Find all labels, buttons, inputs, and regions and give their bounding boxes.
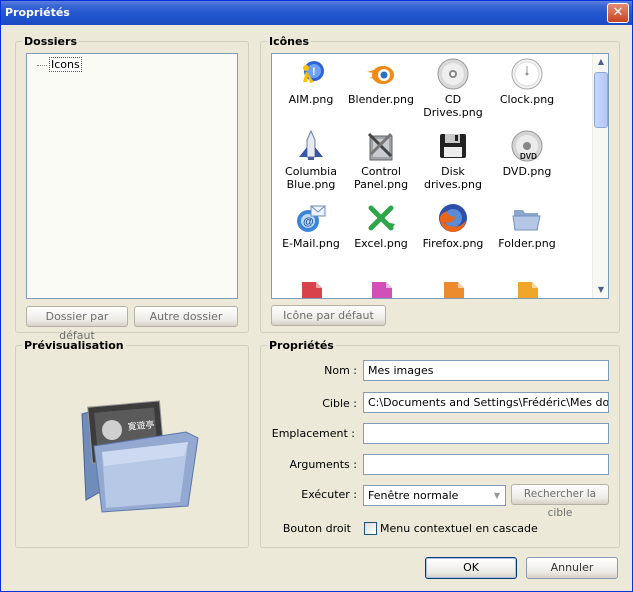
dossiers-legend: Dossiers <box>22 35 79 48</box>
close-icon[interactable]: ✕ <box>607 3 629 23</box>
icon-item-label: Firefox.png <box>422 237 484 250</box>
firefox-icon <box>437 202 469 234</box>
icon-item-folder[interactable]: Folder.png <box>490 202 564 250</box>
icon-item-blender[interactable]: Blender.png <box>344 58 418 106</box>
icons-legend: Icônes <box>267 35 312 48</box>
bouton-droit-label: Bouton droit <box>282 522 351 535</box>
icon-item-label: E-Mail.png <box>282 237 340 250</box>
icon-item-label: Excel.png <box>354 237 408 250</box>
icons-group: Icônes ! AIM.png Blender.png CD Drives.p… <box>260 35 620 333</box>
nom-field[interactable]: Mes images <box>363 360 609 381</box>
tree-item-icons[interactable]: Icons <box>37 57 82 72</box>
svg-text:@: @ <box>303 216 314 228</box>
icon-item-orange-doc[interactable] <box>416 276 490 298</box>
properties-group: Propriétés Nom : Mes images Cible : C:\D… <box>260 339 620 548</box>
folder-tree[interactable]: Icons <box>26 53 238 299</box>
arguments-field[interactable] <box>363 454 609 475</box>
other-folder-button[interactable]: Autre dossier <box>134 306 238 327</box>
scroll-down-icon[interactable]: ▼ <box>593 282 608 298</box>
icon-item-label: DVD.png <box>502 165 552 178</box>
folder-images-icon: 寛遊亭 <box>76 396 201 516</box>
cible-label: Cible : <box>322 397 357 410</box>
icon-item-disk-drives[interactable]: Disk drives.png <box>416 130 490 191</box>
icon-item-firefox[interactable]: Firefox.png <box>416 202 490 250</box>
vertical-scrollbar[interactable]: ▲ ▼ <box>592 54 608 298</box>
icon-item-label: Columbia Blue.png <box>285 165 337 191</box>
arguments-label: Arguments : <box>289 458 357 471</box>
icon-item-label: Clock.png <box>499 93 555 106</box>
folder-icon <box>511 202 543 234</box>
title-bar[interactable]: Propriétés ✕ <box>1 1 632 25</box>
cd-drive-icon <box>437 58 469 90</box>
search-target-button[interactable]: Rechercher la cible <box>511 484 609 519</box>
ok-button[interactable]: OK <box>425 557 517 579</box>
scroll-up-icon[interactable]: ▲ <box>593 54 608 70</box>
cascade-menu-label: Menu contextuel en cascade <box>380 522 538 535</box>
orange-doc-icon <box>437 276 469 298</box>
icon-item-yellow-doc[interactable] <box>490 276 564 298</box>
blender-icon <box>365 58 397 90</box>
properties-dialog: Propriétés ✕ Dossiers Icons Dossier par … <box>0 0 633 592</box>
preview-legend: Prévisualisation <box>22 339 126 352</box>
excel-icon <box>365 202 397 234</box>
aim-icon: ! <box>295 58 327 90</box>
dvd-icon: DVD <box>511 130 543 162</box>
icon-item-aim[interactable]: ! AIM.png <box>274 58 348 106</box>
icon-item-columbia[interactable]: Columbia Blue.png <box>274 129 348 191</box>
scrollbar-thumb[interactable] <box>594 72 608 128</box>
control-panel-icon <box>365 130 397 162</box>
icon-item-clock[interactable]: Clock.png <box>490 58 564 106</box>
emplacement-label: Emplacement : <box>271 427 355 440</box>
preview-group: Prévisualisation 寛遊亭 <box>15 339 249 548</box>
floppy-icon <box>437 130 469 162</box>
chevron-down-icon[interactable]: ▼ <box>489 487 504 504</box>
svg-text:!: ! <box>312 66 316 78</box>
icon-item-control-panel[interactable]: Control Panel.png <box>344 130 418 191</box>
icon-item-red-doc[interactable] <box>274 276 348 298</box>
icon-item-excel[interactable]: Excel.png <box>344 202 418 250</box>
tree-item-label: Icons <box>49 57 82 72</box>
emplacement-field[interactable] <box>363 423 609 444</box>
svg-text:DVD: DVD <box>520 152 537 161</box>
icon-list[interactable]: ! AIM.png Blender.png CD Drives.png Cloc… <box>271 53 609 299</box>
tree-connector <box>37 65 47 66</box>
dossiers-group: Dossiers Icons Dossier par défaut Autre … <box>15 35 249 342</box>
icon-item-cd-drives[interactable]: CD Drives.png <box>416 58 490 119</box>
cascade-menu-checkbox[interactable] <box>364 522 377 535</box>
default-icon-button[interactable]: Icône par défaut <box>271 305 386 326</box>
properties-legend: Propriétés <box>267 339 336 352</box>
executer-select[interactable]: Fenêtre normale ▼ <box>363 485 506 506</box>
icon-item-email[interactable]: @ E-Mail.png <box>274 202 348 250</box>
clock-icon <box>511 58 543 90</box>
cible-field[interactable]: C:\Documents and Settings\Frédéric\Mes d… <box>363 392 609 413</box>
pink-doc-icon <box>365 276 397 298</box>
cancel-button[interactable]: Annuler <box>526 557 618 579</box>
icon-item-pink-doc[interactable] <box>344 276 418 298</box>
nom-label: Nom : <box>324 364 357 377</box>
icon-item-label: Control Panel.png <box>353 165 409 191</box>
red-doc-icon <box>295 276 327 298</box>
default-folder-button[interactable]: Dossier par défaut <box>26 306 128 342</box>
executer-label: Exécuter : <box>301 488 357 501</box>
icon-item-label: CD Drives.png <box>423 93 483 119</box>
email-icon: @ <box>295 202 327 234</box>
icon-item-label: Blender.png <box>347 93 415 106</box>
icon-item-dvd[interactable]: DVD DVD.png <box>490 130 564 178</box>
executer-select-value: Fenêtre normale <box>368 489 459 502</box>
icon-item-label: Folder.png <box>498 237 556 250</box>
window-title: Propriétés <box>5 6 70 19</box>
icon-item-label: AIM.png <box>288 93 334 106</box>
shuttle-icon <box>295 129 327 162</box>
yellow-doc-icon <box>511 276 543 298</box>
icon-item-label: Disk drives.png <box>423 165 482 191</box>
